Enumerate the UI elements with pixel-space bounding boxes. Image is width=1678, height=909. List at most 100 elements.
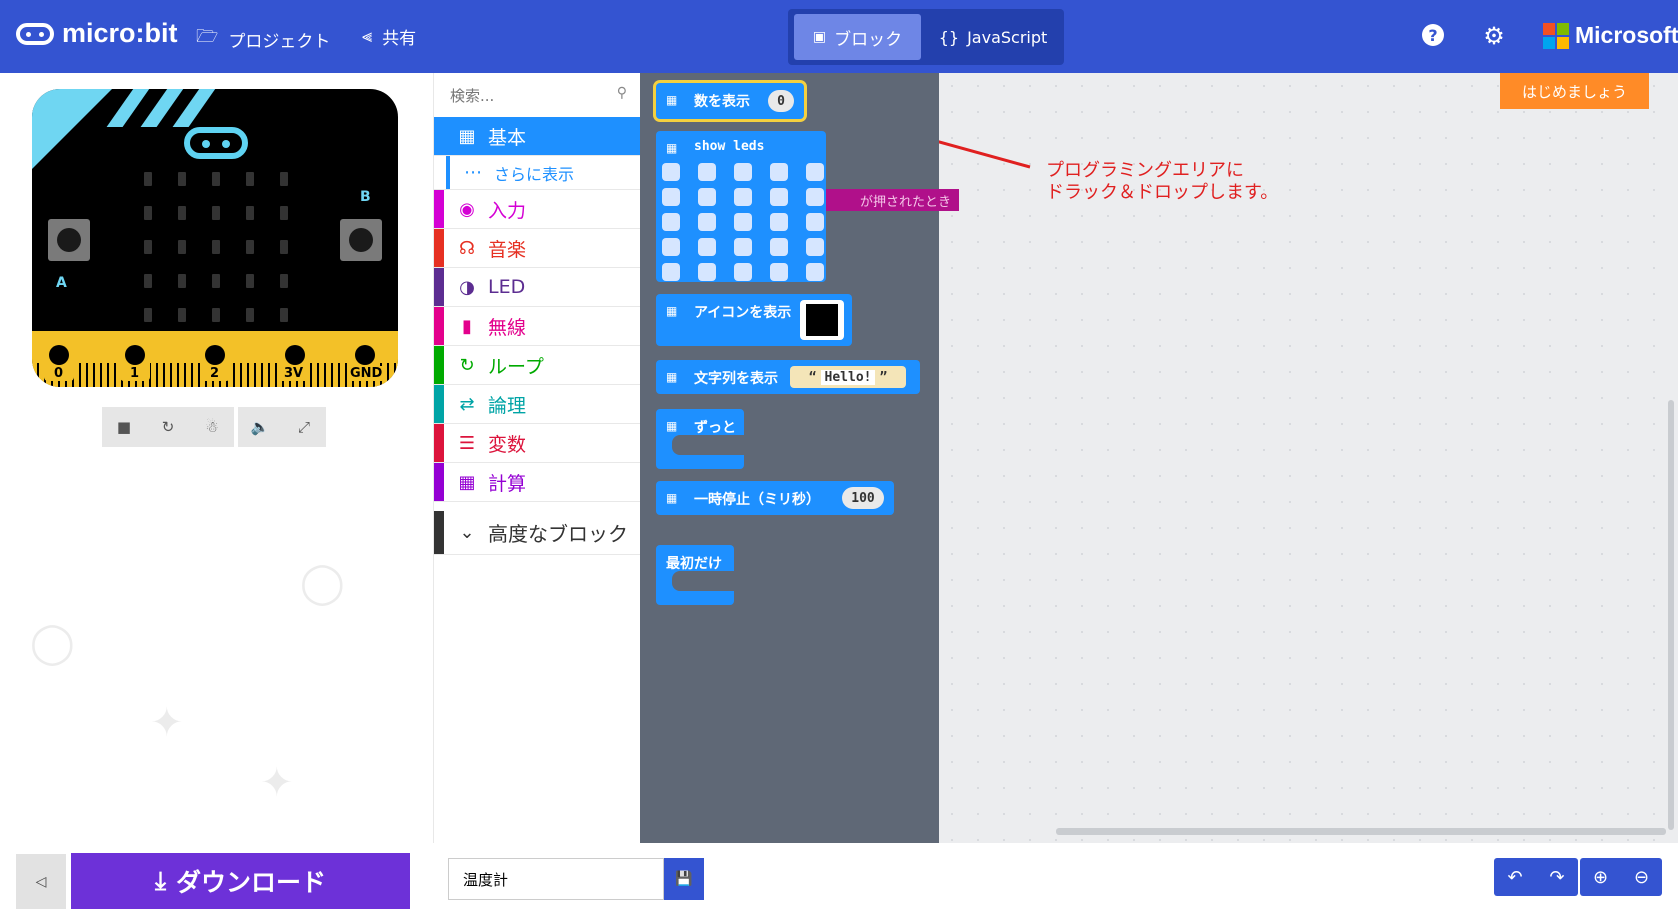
edge-connector: 0 1 2 3V GND [32,331,398,387]
block-show-leds[interactable]: ▦ show leds [656,131,826,282]
category-basic[interactable]: ▦ 基本 [434,117,641,156]
shuffle-icon: ⇄ [459,393,475,415]
category-more[interactable]: ⋯ さらに表示 [434,156,641,190]
background-decoration-icon: ✦ [260,760,294,806]
block-label: 数を表示 [694,94,750,110]
icon-dropdown[interactable] [800,300,844,340]
simulator-controls: ■ ↻ ☃ [102,407,234,447]
mute-icon[interactable]: 🔈 [238,418,282,436]
braces-icon: {} [938,27,960,47]
search-icon[interactable]: ⚲ [617,85,627,101]
save-button[interactable]: 💾 [664,858,704,900]
block-show-string[interactable]: ▦ 文字列を表示 “ Hello! ” [656,360,920,394]
slowmo-icon[interactable]: ☃ [190,418,234,436]
download-button[interactable]: ⤓ ダウンロード [71,853,410,909]
category-music[interactable]: ☊ 音楽 [434,229,641,268]
on-start-slot [672,571,734,591]
tab-blocks[interactable]: ▣ ブロック [794,14,921,60]
download-label: ダウンロード [176,868,327,897]
zoom-in-icon[interactable]: ⊕ [1593,867,1608,888]
category-math[interactable]: ▦ 計算 [434,463,641,502]
category-logic[interactable]: ⇄ 論理 [434,385,641,424]
editor-toggle: ▣ ブロック {} JavaScript [788,9,1064,65]
loop-icon: ↻ [459,354,475,376]
button-b-label: B [360,189,371,205]
download-icon: ⤓ [154,866,167,895]
chevron-down-icon: ⌄ [459,522,475,543]
get-started-button[interactable]: はじめましょう [1500,73,1649,109]
category-label: 変数 [488,433,527,456]
headphones-icon: ☊ [459,237,475,259]
block-label: 一時停止（ミリ秒） [694,492,820,508]
workspace-vertical-scrollbar[interactable] [1668,400,1674,830]
category-label: さらに表示 [494,164,575,184]
string-value: Hello! [820,369,876,385]
workspace-horizontal-scrollbar[interactable] [1056,828,1666,835]
block-pause[interactable]: ▦ 一時停止（ミリ秒） 100 [656,481,894,515]
string-input[interactable]: “ Hello! ” [790,366,906,388]
pin-label: 1 [128,366,142,381]
redo-icon[interactable]: ↷ [1549,867,1564,888]
projects-button[interactable]: 🗁 プロジェクト [196,24,330,54]
led-matrix [144,172,290,322]
grid-icon: ▦ [666,419,678,433]
pin-label: 3V [282,366,306,381]
target-icon: ◉ [459,198,475,220]
pin-label: GND [348,366,385,381]
board-logo-icon[interactable] [184,127,248,159]
block-on-start[interactable]: 最初だけ [656,545,734,605]
puzzle-icon: ▣ [812,29,827,45]
toolbox-search[interactable]: 検索... ⚲ [434,73,641,118]
pin-label: 0 [52,366,66,381]
background-decoration-icon: ✦ [150,700,184,746]
microsoft-label: Microsoft [1575,22,1678,48]
category-led[interactable]: ◑ LED [434,268,641,307]
collapse-simulator-button[interactable]: ◁ [16,854,66,909]
microsoft-logo[interactable]: Microsoft [1543,22,1678,49]
heart-icon [806,304,838,336]
button-b[interactable] [340,219,382,261]
category-label: 高度なブロック [488,522,628,546]
undo-icon[interactable]: ↶ [1507,867,1522,888]
zoom-out-icon[interactable]: ⊖ [1634,867,1649,888]
project-name-input[interactable] [448,858,664,900]
category-variables[interactable]: ☰ 変数 [434,424,641,463]
collapse-icon: ◁ [35,873,47,890]
block-show-number[interactable]: ▦ 数を表示 0 [656,83,804,119]
grid-icon: ▦ [458,125,476,147]
tab-javascript[interactable]: {} JavaScript [928,14,1058,60]
led-editor-grid[interactable] [662,163,824,281]
category-radio[interactable]: ▮ 無線 [434,307,641,346]
search-input[interactable]: 検索... [450,85,494,106]
category-advanced[interactable]: ⌄ 高度なブロック [434,511,641,555]
forever-slot [672,435,744,455]
board-stripe [172,89,220,127]
restart-icon[interactable]: ↻ [146,418,190,436]
folder-icon: 🗁 [196,26,219,47]
block-label: 最初だけ [666,556,722,572]
help-icon[interactable]: ? [1422,24,1444,46]
share-button[interactable]: ⫷ 共有 [362,24,416,49]
block-forever[interactable]: ▦ ずっと [656,409,744,469]
calculator-icon: ▦ [458,471,476,493]
block-show-icon[interactable]: ▦ アイコンを表示 [656,294,852,346]
block-label: アイコンを表示 [694,305,792,321]
microbit-simulator[interactable]: A B 0 1 2 3V GND [32,89,398,387]
tab-blocks-label: ブロック [834,29,903,50]
fullscreen-icon[interactable]: ⤢ [282,418,326,436]
pause-ms-input[interactable]: 100 [842,487,884,509]
microbit-logo[interactable]: micro:bit [16,18,178,49]
signal-icon: ▮ [462,315,472,337]
gear-icon[interactable]: ⚙ [1482,22,1506,50]
category-label: ループ [488,355,544,378]
number-input[interactable]: 0 [768,90,794,112]
category-loops[interactable]: ↻ ループ [434,346,641,385]
category-label: 音楽 [488,238,527,261]
category-input[interactable]: ◉ 入力 [434,190,641,229]
pin-label: 2 [208,366,222,381]
category-label: 入力 [488,199,527,222]
category-label: 基本 [488,126,527,149]
ghost-block-on-button-pressed: が押されたとき [820,189,960,211]
button-a[interactable] [48,219,90,261]
stop-icon[interactable]: ■ [102,418,146,436]
